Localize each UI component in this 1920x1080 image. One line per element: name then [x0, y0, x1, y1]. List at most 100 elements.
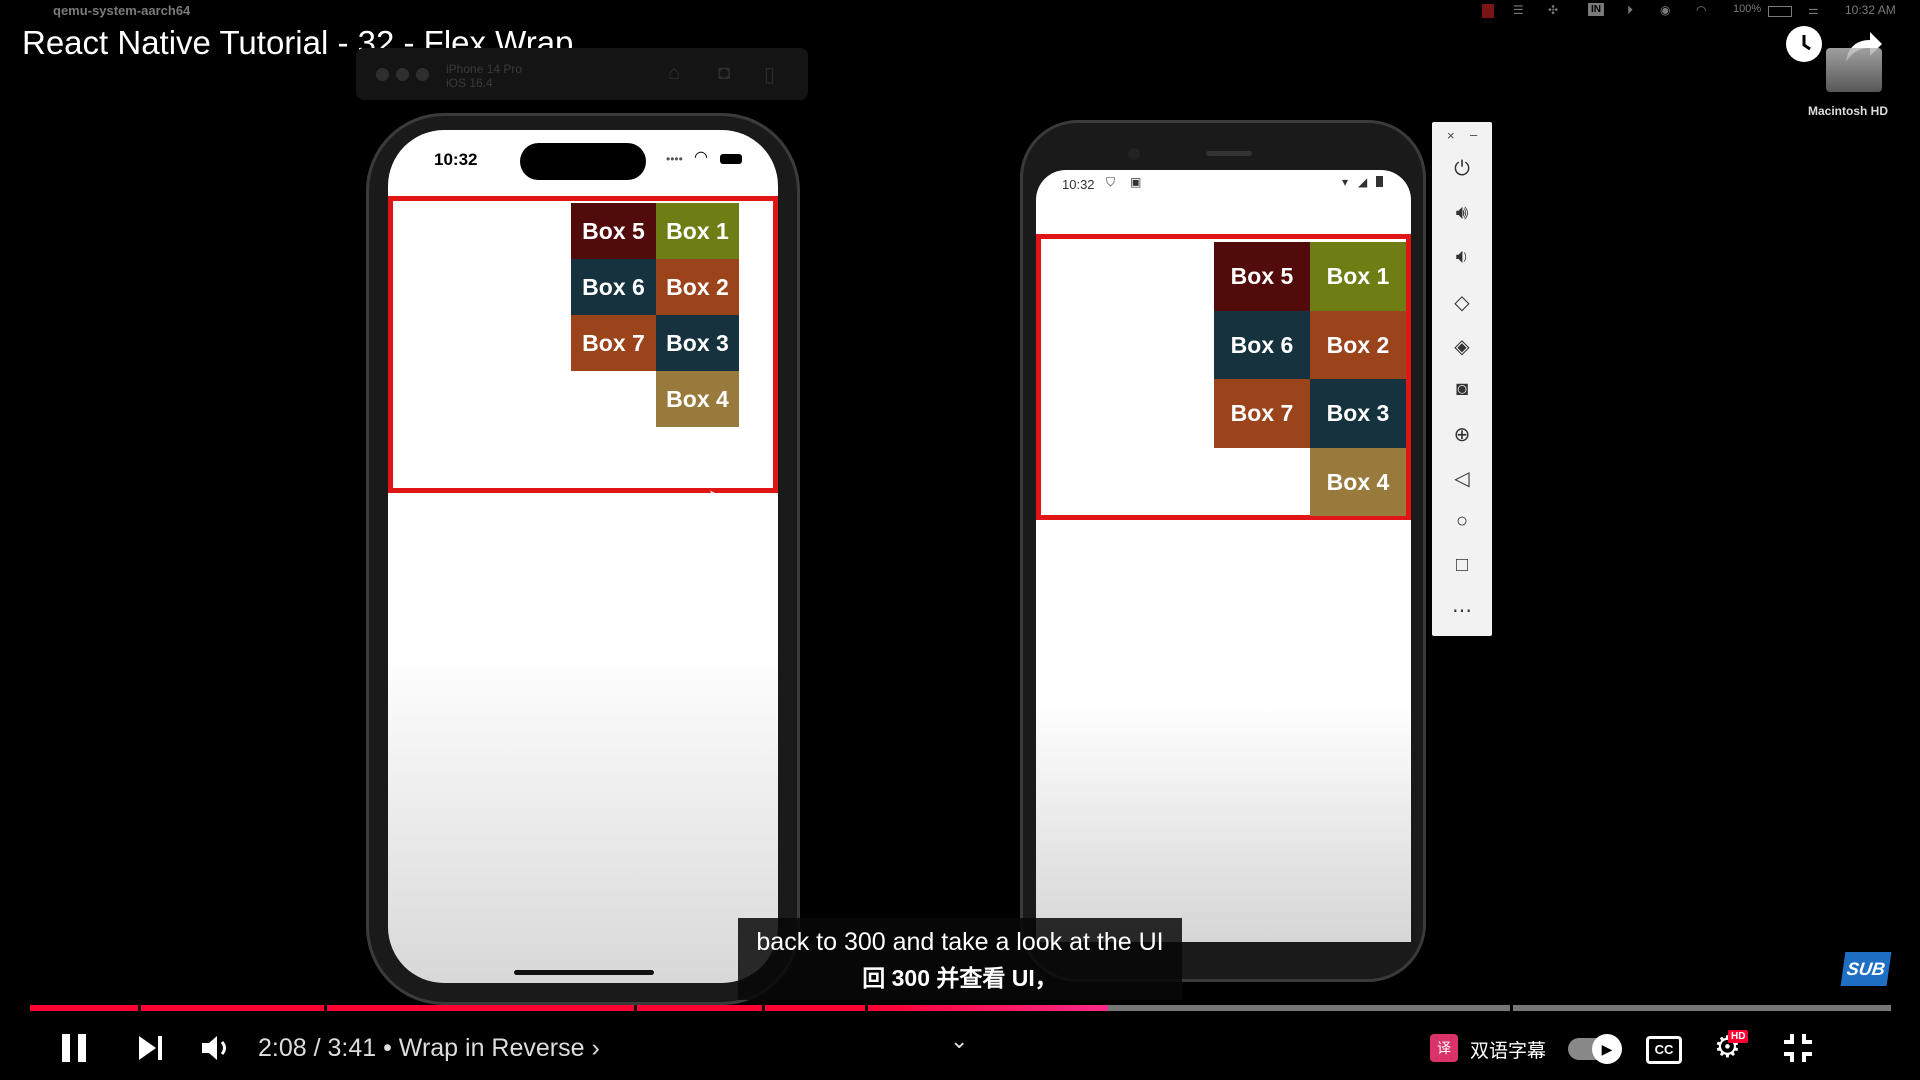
sub-badge[interactable]: SUB — [1840, 952, 1892, 986]
record-icon[interactable] — [1482, 4, 1494, 18]
subtitles-box: back to 300 and take a look at the UI 回 … — [738, 918, 1182, 1000]
box-4: Box 4 — [1310, 448, 1406, 516]
box-2: Box 2 — [656, 259, 739, 315]
close-icon[interactable]: × — [1447, 128, 1455, 143]
time-display[interactable]: 2:08 / 3:41 • Wrap in Reverse › — [258, 1034, 600, 1063]
flex-container: Box 5 Box 1 Box 6 Box 2 Box 7 Box 3 Box … — [1036, 234, 1411, 520]
android-status-time: 10:32 — [1062, 177, 1095, 192]
camera-icon[interactable]: ◙ — [1432, 378, 1492, 401]
window-close-button[interactable] — [376, 68, 389, 81]
ios-home-indicator[interactable] — [514, 970, 654, 975]
subtitle-chinese: 回 300 并查看 UI， — [862, 965, 1058, 991]
battery-icon[interactable] — [1768, 6, 1792, 17]
user-circle-icon[interactable]: ◉ — [1660, 3, 1670, 17]
mouse-cursor-icon: ➤ — [708, 486, 724, 506]
input-source-badge[interactable]: IN — [1588, 3, 1604, 16]
box-3-label: Box 3 — [666, 329, 729, 356]
box-5: Box 5 — [571, 203, 656, 259]
dynamic-island — [520, 143, 646, 180]
subtitle-english: back to 300 and take a look at the UI — [756, 928, 1164, 956]
android-screen[interactable]: 10:32 ⛉ ▣ ▾ ◢ Box 5 Box 1 Box 6 Box 2 Bo… — [1036, 170, 1411, 942]
rotate-icon[interactable]: ▯ — [764, 62, 775, 87]
wifi-icon: ◠ — [694, 149, 708, 166]
android-speaker — [1206, 151, 1252, 156]
puzzle-icon[interactable]: ✣ — [1548, 3, 1558, 17]
rotate-left-icon[interactable]: ◇ — [1432, 290, 1492, 315]
signal-icon: ◢ — [1358, 175, 1368, 189]
volume-down-icon[interactable]: 🔉︎ — [1432, 246, 1492, 269]
more-icon[interactable]: ⋯ — [1432, 598, 1492, 623]
menubar-app-name[interactable]: qemu-system-aarch64 — [53, 3, 190, 18]
box-6-label: Box 6 — [1230, 331, 1294, 358]
simulator-device-name: iPhone 14 Pro — [446, 62, 523, 76]
box-1: Box 1 — [656, 203, 739, 259]
window-minimize-button[interactable] — [396, 68, 409, 81]
box-5-label: Box 5 — [1230, 263, 1294, 289]
menubar-clock[interactable]: 10:32 AM — [1845, 3, 1896, 17]
zoom-icon[interactable]: ⊕ — [1432, 422, 1492, 447]
play-icon: ▶ — [1592, 1034, 1622, 1064]
ios-status-time: 10:32 — [434, 150, 478, 169]
rotate-right-icon[interactable]: ◈ — [1432, 334, 1492, 359]
box-4: Box 4 — [656, 371, 739, 427]
notification-icon: ▣ — [1130, 175, 1142, 189]
box-1-label: Box 1 — [666, 217, 729, 244]
back-icon[interactable]: ◁ — [1432, 466, 1492, 491]
wifi-icon[interactable]: ◠ — [1696, 3, 1706, 17]
simulator-os-version: iOS 16.4 — [446, 76, 493, 90]
mac-menubar: qemu-system-aarch64 ☰ ✣ IN ⏵ ◉ ◠ 100% ⚌ … — [0, 0, 1920, 22]
wifi-icon: ▾ — [1342, 175, 1349, 189]
box-7: Box 7 — [1214, 379, 1310, 448]
captions-button[interactable]: CC — [1646, 1036, 1682, 1064]
pause-button[interactable] — [60, 1032, 90, 1069]
box-7: Box 7 — [571, 315, 656, 371]
player-controls: 2:08 / 3:41 • Wrap in Reverse › ⌄ 译 双语字幕… — [0, 1020, 1920, 1080]
control-center-icon[interactable]: ⚌ — [1808, 3, 1819, 17]
chevron-down-icon[interactable]: ⌄ — [950, 1028, 968, 1054]
box-2-label: Box 2 — [666, 273, 729, 300]
volume-button[interactable] — [200, 1032, 234, 1069]
box-6: Box 6 — [571, 259, 656, 315]
overview-icon[interactable]: □ — [1432, 554, 1492, 577]
minimize-icon[interactable]: – — [1470, 127, 1477, 142]
play-circle-icon[interactable]: ⏵ — [1627, 3, 1633, 18]
box-1-label: Box 1 — [1326, 263, 1390, 289]
android-camera — [1128, 148, 1140, 160]
volume-up-icon[interactable]: 🔊︎ — [1432, 202, 1492, 225]
translate-icon[interactable]: 译 — [1430, 1034, 1458, 1062]
next-button[interactable] — [136, 1032, 166, 1069]
box-3: Box 3 — [656, 315, 739, 371]
flex-container: Box 5 Box 1 Box 6 Box 2 Box 7 Box 3 Box … — [388, 196, 778, 493]
screenshot-icon[interactable]: ◘ — [718, 62, 730, 85]
list-icon[interactable]: ☰ — [1513, 3, 1524, 17]
bilingual-subtitles-label[interactable]: 双语字幕 — [1470, 1036, 1546, 1063]
watch-later-icon[interactable] — [1786, 26, 1822, 62]
desktop-disk-label[interactable]: Macintosh HD — [1808, 104, 1888, 118]
box-7-label: Box 7 — [582, 329, 645, 356]
box-2: Box 2 — [1310, 311, 1406, 379]
battery-percent: 100% — [1733, 3, 1762, 15]
iphone-screen[interactable]: 10:32 •••• ◠ Box 5 Box 1 Box 6 Box 2 Box… — [388, 130, 778, 983]
autoplay-toggle[interactable]: ▶ — [1568, 1034, 1622, 1064]
window-zoom-button[interactable] — [416, 68, 429, 81]
battery-icon — [720, 154, 742, 164]
simulator-toolbar: iPhone 14 Pro iOS 16.4 ⌂ ◘ ▯ — [356, 48, 808, 100]
power-icon[interactable]: ⏻ — [1432, 158, 1492, 181]
hd-badge: HD — [1728, 1030, 1749, 1043]
home-icon[interactable]: ○ — [1432, 510, 1492, 533]
box-5: Box 5 — [1214, 242, 1310, 311]
box-3: Box 3 — [1310, 379, 1406, 448]
home-icon[interactable]: ⌂ — [668, 62, 680, 85]
emulator-sidebar: × – ⏻ 🔊︎ 🔉︎ ◇ ◈ ◙ ⊕ ◁ ○ □ ⋯ — [1432, 122, 1492, 636]
box-2-label: Box 2 — [1326, 331, 1390, 358]
box-6-label: Box 6 — [582, 273, 645, 300]
battery-icon — [1376, 176, 1383, 187]
box-4-label: Box 4 — [666, 385, 729, 412]
exit-fullscreen-icon[interactable] — [1782, 1032, 1814, 1069]
shield-icon: ⛉ — [1106, 175, 1116, 189]
box-6: Box 6 — [1214, 311, 1310, 379]
hard-disk-icon[interactable] — [1826, 48, 1882, 92]
box-5-label: Box 5 — [582, 217, 645, 244]
box-3-label: Box 3 — [1326, 400, 1390, 426]
box-7-label: Box 7 — [1230, 400, 1294, 426]
